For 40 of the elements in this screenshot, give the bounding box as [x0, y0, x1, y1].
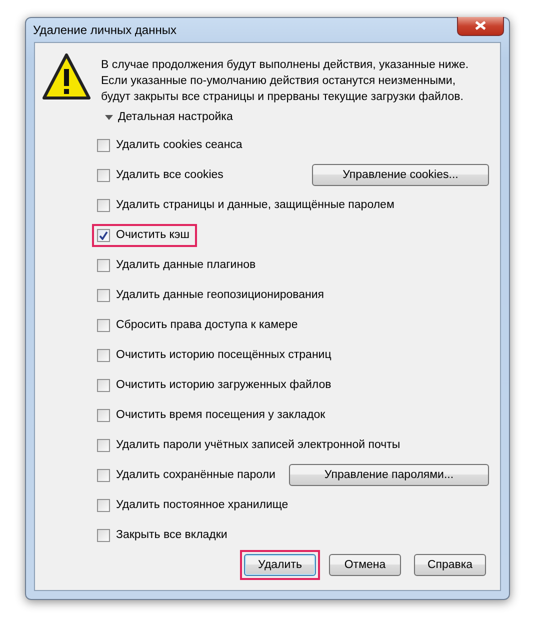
- checkbox-label: Удалить данные геопозиционирования: [116, 289, 324, 301]
- checkbox[interactable]: [97, 498, 110, 512]
- checkbox[interactable]: [97, 438, 110, 452]
- checkbox-label: Удалить страницы и данные, защищённые паролем: [116, 199, 394, 211]
- checkbox-label: Очистить кэш: [116, 229, 190, 241]
- checkbox[interactable]: [97, 348, 110, 362]
- checkbox[interactable]: [97, 168, 110, 182]
- close-button[interactable]: [457, 16, 504, 36]
- expand-arrow-icon: [105, 113, 113, 121]
- checkbox[interactable]: [97, 468, 110, 482]
- dialog-button[interactable]: Удалить: [244, 554, 316, 576]
- checkbox[interactable]: [97, 258, 110, 272]
- checkbox[interactable]: [97, 288, 110, 302]
- checkbox-label: Очистить время посещения у закладок: [116, 409, 326, 421]
- checkbox-label: Сбросить права доступа к камере: [116, 319, 298, 331]
- checkbox[interactable]: [97, 138, 110, 152]
- checkbox-label: Удалить данные плагинов: [116, 259, 256, 271]
- warning-message: В случае продолжения будут выполнены действия, указанные ниже. Если указанные по-умолчанию действия останутся неизменными, будут закрыты все страницы и прерваны текущие загрузки файлов.: [101, 58, 469, 105]
- dialog-button[interactable]: Отмена: [329, 554, 401, 576]
- close-icon: [475, 21, 486, 30]
- checkbox-label: Удалить все cookies: [116, 169, 224, 181]
- checkbox-label: Удалить постоянное хранилище: [116, 499, 288, 511]
- manage-button[interactable]: Управление паролями...: [289, 464, 489, 486]
- checkbox-label: Очистить историю загруженных файлов: [116, 379, 332, 391]
- checkbox-label: Очистить историю посещённых страниц: [116, 349, 332, 361]
- window-title: Удаление личных данных: [33, 23, 176, 37]
- dialog-button[interactable]: Справка: [414, 554, 486, 576]
- checkbox[interactable]: [97, 228, 110, 242]
- checkbox[interactable]: [97, 318, 110, 332]
- checkbox-label: Удалить cookies сеанса: [116, 139, 242, 151]
- checkbox[interactable]: [97, 528, 110, 542]
- details-toggle[interactable]: Детальная настройка: [105, 111, 490, 123]
- checkbox[interactable]: [97, 378, 110, 392]
- checkbox[interactable]: [97, 408, 110, 422]
- manage-button[interactable]: Управление cookies...: [312, 164, 489, 186]
- checkbox[interactable]: [97, 198, 110, 212]
- checkbox-label: Удалить сохранённые пароли: [116, 469, 276, 481]
- checkbox-label: Закрыть все вкладки: [116, 529, 228, 541]
- checkbox-label: Удалить пароли учётных записей электронной почты: [116, 439, 400, 451]
- warning-icon: [42, 53, 91, 101]
